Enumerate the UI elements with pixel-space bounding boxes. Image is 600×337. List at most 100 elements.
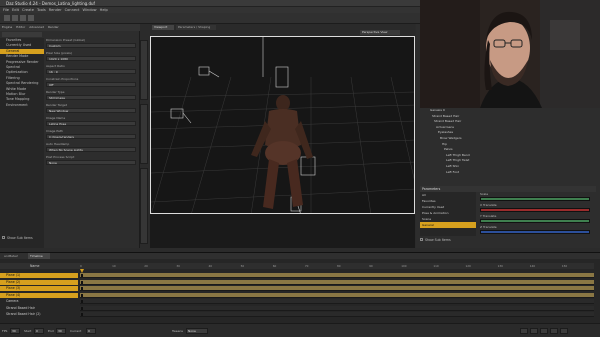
timeline-keyframe-row[interactable]: [80, 279, 594, 285]
tweens-dropdown[interactable]: None: [186, 328, 208, 334]
render-category-list: Favorites Currently Used General Render Mod…: [0, 38, 44, 248]
menu-tools[interactable]: Tools: [37, 8, 46, 12]
property-value-field[interactable]: Still Image: [46, 95, 136, 100]
keyframe-marker[interactable]: [81, 306, 83, 310]
first-frame-button[interactable]: [520, 328, 528, 334]
menu-file[interactable]: File: [3, 8, 9, 12]
scene-tree-item[interactable]: Left Foot: [420, 170, 596, 176]
timeline-ruler[interactable]: 0 10 20 30 40 50 60 70 80 90 100 110 120 130 140 150: [80, 263, 594, 269]
tab-advanced[interactable]: Advanced: [29, 25, 44, 29]
parameter-slider[interactable]: [480, 230, 590, 234]
show-sub-items-left[interactable]: Show Sub Items: [2, 236, 42, 242]
timeline-track-label[interactable]: Plane (4): [0, 292, 78, 298]
menu-window[interactable]: Window: [82, 8, 96, 12]
side-tab-3[interactable]: [140, 168, 148, 244]
side-tab-1[interactable]: [140, 40, 148, 100]
presenter-video: [420, 0, 600, 108]
fps-field[interactable]: 30: [10, 328, 20, 334]
start-field[interactable]: 0: [34, 328, 44, 334]
tab-engine[interactable]: Engine: [2, 25, 12, 29]
tab-render[interactable]: Render: [48, 25, 59, 29]
property-row: Post Process Script None: [44, 155, 140, 168]
property-value-field[interactable]: Off: [46, 82, 136, 87]
property-value-field[interactable]: When No Scene Lights: [46, 147, 136, 152]
camera-dropdown[interactable]: Perspective View: [360, 30, 400, 35]
parameter-row: Scale: [478, 192, 596, 203]
move-tool-icon[interactable]: [12, 15, 18, 21]
keyframe-marker[interactable]: [81, 287, 83, 290]
ruler-tick-label: 150: [561, 264, 568, 268]
property-value-field[interactable]: Latina Pose: [46, 121, 136, 126]
timeline-keyframe-row[interactable]: [80, 299, 594, 304]
keyframe-marker[interactable]: [81, 313, 83, 316]
property-row: Dimension Preset (Global) Custom: [44, 38, 140, 51]
timeline-keyframe-row[interactable]: [80, 305, 594, 311]
render-preset-dropdown[interactable]: [2, 32, 42, 37]
viewport-header: Viewport Parameters / Shaping Perspectiv…: [150, 24, 415, 36]
property-row: Aspect Ratio 16 : 9: [44, 64, 140, 77]
timeline-keyframe-row[interactable]: [80, 312, 594, 317]
3d-viewport[interactable]: [150, 36, 415, 214]
property-value-field[interactable]: 16 : 9: [46, 69, 136, 74]
parameter-category[interactable]: General: [420, 222, 476, 228]
property-row: Image Path C:/Users/renders: [44, 129, 140, 142]
render-properties: Dimension Preset (Global) Custom Pixel Siz…: [44, 38, 140, 248]
ruler-tick-label: 50: [240, 264, 245, 268]
fps-label: FPS: [2, 329, 8, 333]
prev-frame-button[interactable]: [530, 328, 538, 334]
start-label: Start: [24, 329, 32, 333]
property-row: Constrain Proportions Off: [44, 77, 140, 90]
timeline-keyframe-row[interactable]: [80, 273, 594, 278]
ruler-tick-label: 20: [144, 264, 148, 268]
timeline-track-label[interactable]: Plane (1): [0, 273, 78, 278]
tab-viewport[interactable]: Viewport: [152, 25, 174, 30]
scale-tool-icon[interactable]: [28, 15, 34, 21]
menu-create[interactable]: Create: [22, 8, 34, 12]
show-sub-items-label: Show Sub Items: [7, 236, 33, 240]
property-value-field[interactable]: C:/Users/renders: [46, 134, 136, 139]
timeline-track-label[interactable]: Strand Based Hair: [0, 306, 78, 311]
menu-render[interactable]: Render: [49, 8, 62, 12]
property-value-field[interactable]: None: [46, 160, 136, 165]
timeline-track-label[interactable]: Plane (3): [0, 286, 78, 291]
category-item[interactable]: Spectral Rendering: [0, 81, 44, 86]
tab-parameters[interactable]: Parameters / Shaping: [176, 25, 216, 30]
select-tool-icon[interactable]: [4, 15, 10, 21]
property-value-field[interactable]: 1920 x 1080: [46, 56, 136, 61]
keyframe-marker[interactable]: [81, 274, 83, 277]
timeline-track-label[interactable]: Camera: [0, 299, 78, 304]
property-row: Pixel Size (pixels) 1920 x 1080: [44, 51, 140, 64]
keyframe-marker[interactable]: [81, 300, 83, 303]
property-value-field[interactable]: Custom: [46, 43, 136, 48]
keyframe-marker[interactable]: [81, 280, 83, 284]
parameter-slider[interactable]: [480, 208, 590, 212]
ruler-tick-label: 70: [304, 264, 309, 268]
next-frame-button[interactable]: [550, 328, 558, 334]
parameter-slider[interactable]: [480, 219, 590, 223]
current-field[interactable]: 0: [86, 328, 96, 334]
timeline-keyframe-row[interactable]: [80, 292, 594, 298]
keyframe-marker[interactable]: [81, 293, 83, 297]
property-row: Render Target New Window: [44, 103, 140, 116]
parameter-slider[interactable]: [480, 197, 590, 201]
menu-help[interactable]: Help: [100, 8, 108, 12]
tab-animate2[interactable]: aniMate2: [2, 253, 26, 259]
parameter-row: Y Translate: [478, 214, 596, 225]
side-tab-2[interactable]: [140, 104, 148, 164]
last-frame-button[interactable]: [560, 328, 568, 334]
menu-edit[interactable]: Edit: [12, 8, 19, 12]
menu-connect[interactable]: Connect: [65, 8, 80, 12]
show-sub-items-right[interactable]: Show Sub Items: [420, 238, 470, 244]
tab-timeline[interactable]: Timeline: [28, 253, 50, 259]
timeline-keyframe-row[interactable]: [80, 286, 594, 291]
timeline-track-label[interactable]: Strand Based Hair (2): [0, 312, 78, 317]
category-item[interactable]: Environment: [0, 103, 44, 108]
timeline-track-label[interactable]: Plane (2): [0, 279, 78, 285]
end-field[interactable]: 30: [56, 328, 66, 334]
ruler-tick-label: 0: [80, 264, 82, 268]
rotate-tool-icon[interactable]: [20, 15, 26, 21]
ruler-tick-label: 130: [497, 264, 503, 268]
tab-editor[interactable]: Editor: [16, 25, 25, 29]
play-button[interactable]: [540, 328, 548, 334]
property-value-field[interactable]: New Window: [46, 108, 136, 113]
